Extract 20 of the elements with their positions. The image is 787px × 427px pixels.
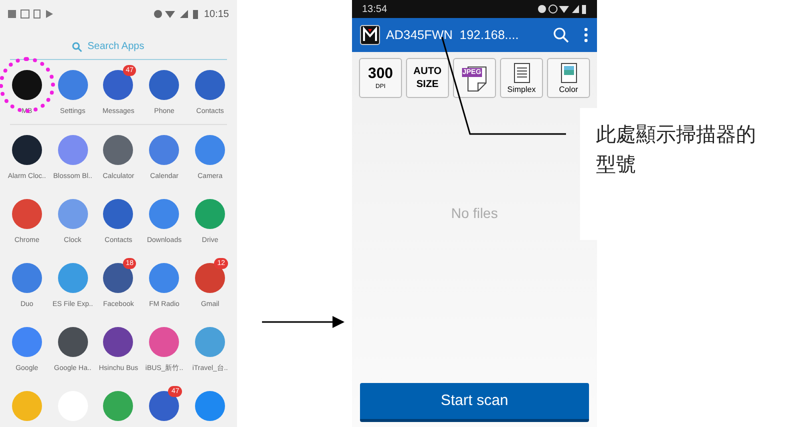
more-menu-icon[interactable] bbox=[583, 27, 589, 43]
app-icon[interactable] bbox=[12, 135, 42, 165]
app-icon[interactable] bbox=[103, 327, 134, 357]
status-time: 13:54 bbox=[362, 2, 388, 16]
status-icons bbox=[537, 2, 587, 16]
picture-icon bbox=[560, 62, 576, 82]
status-time: 10:15 bbox=[204, 8, 229, 22]
empty-message: No files bbox=[450, 204, 499, 223]
search-icon bbox=[72, 42, 82, 52]
app-icon[interactable] bbox=[58, 327, 88, 357]
search-icon[interactable] bbox=[553, 27, 569, 43]
option-button[interactable]: AUTO SIZE bbox=[406, 58, 449, 98]
app-icon[interactable] bbox=[12, 70, 42, 100]
document-icon bbox=[514, 62, 530, 82]
option-button[interactable]: Simplex bbox=[500, 58, 543, 98]
app-bar-title: AD345FWN 192.168.... bbox=[386, 26, 520, 44]
search-field[interactable]: Search Apps bbox=[86, 38, 166, 55]
option-button[interactable]: Color bbox=[547, 58, 590, 98]
start-scan-button[interactable]: Start scan bbox=[360, 383, 589, 422]
app-logo-icon bbox=[360, 25, 380, 45]
